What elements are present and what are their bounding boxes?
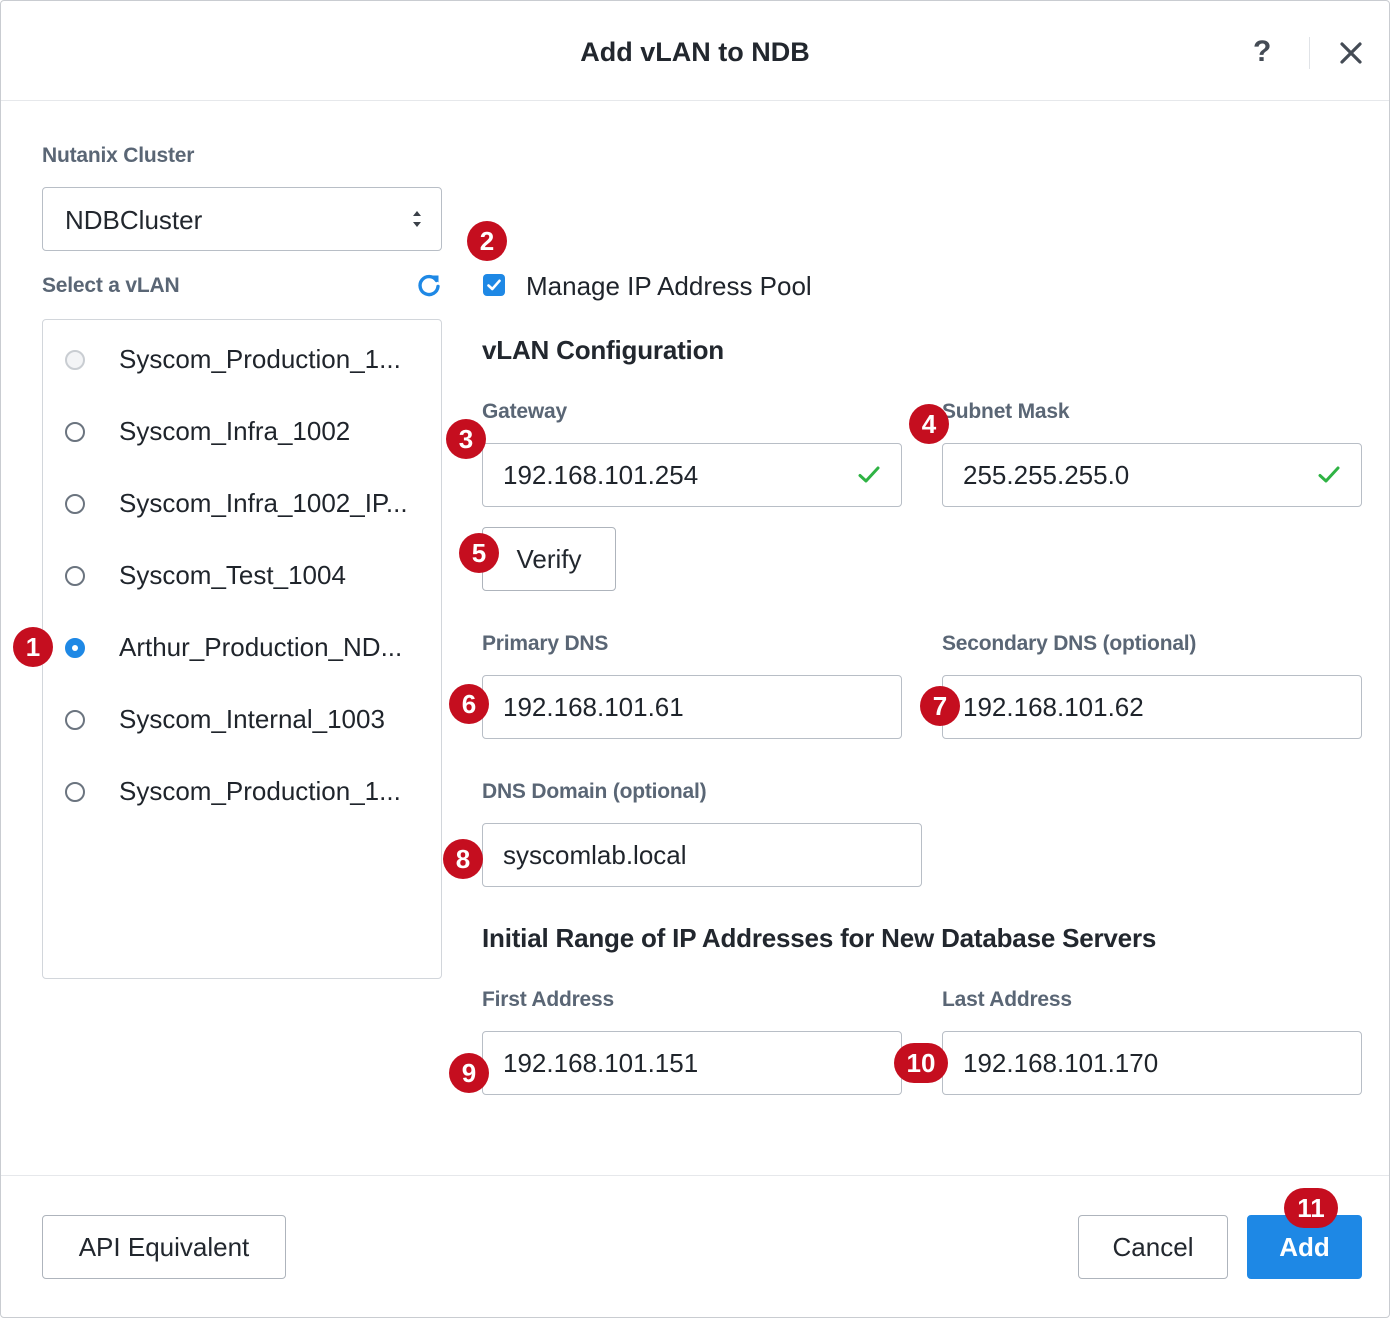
ip-range-title: Initial Range of IP Addresses for New Da… (482, 923, 1157, 953)
valid-check-icon (858, 466, 880, 483)
vlan-radio[interactable] (65, 494, 85, 514)
vlan-radio[interactable] (65, 566, 85, 586)
vlan-item-label: Syscom_Infra_1002 (119, 416, 351, 446)
vlan-item[interactable]: Syscom_Production_1... (43, 758, 441, 818)
vlan-item-label: Syscom_Infra_1002_IP... (119, 488, 408, 518)
manage-pool-label[interactable]: Manage IP Address Pool (526, 271, 812, 302)
cluster-label: Nutanix Cluster (42, 144, 195, 167)
vlan-item-label: Syscom_Test_1004 (119, 560, 346, 590)
vlan-item-label: Syscom_Production_1... (119, 776, 401, 806)
annotation-badge: 10 (894, 1043, 948, 1083)
vlan-radio[interactable] (65, 782, 85, 802)
cancel-button[interactable]: Cancel (1078, 1215, 1228, 1279)
help-icon[interactable]: ? (1253, 35, 1271, 69)
refresh-icon[interactable] (415, 271, 443, 299)
dialog-header: Add vLAN to NDB ? (1, 1, 1389, 101)
vlan-item[interactable]: Syscom_Infra_1002 (43, 398, 441, 458)
annotation-badge: 8 (443, 839, 483, 879)
first-address-label: First Address (482, 988, 614, 1011)
annotation-badge: 4 (909, 404, 949, 444)
annotation-badge: 11 (1284, 1188, 1338, 1228)
vlan-item[interactable]: Syscom_Infra_1002_IP... (43, 470, 441, 530)
footer-divider (1, 1175, 1389, 1176)
primary-dns-input[interactable] (482, 675, 902, 739)
vlan-list: Syscom_Production_1... Syscom_Infra_1002… (42, 319, 442, 979)
gateway-label: Gateway (482, 400, 567, 423)
verify-button[interactable]: Verify (482, 527, 616, 591)
vlan-select-label: Select a vLAN (42, 274, 180, 297)
annotation-badge: 9 (449, 1053, 489, 1093)
dialog-title: Add vLAN to NDB (580, 37, 810, 67)
add-vlan-dialog: Add vLAN to NDB ? Nutanix Cluster NDBClu… (0, 0, 1390, 1318)
api-equivalent-button[interactable]: API Equivalent (42, 1215, 286, 1279)
annotation-badge: 3 (446, 419, 486, 459)
vlan-item-label: Syscom_Internal_1003 (119, 704, 385, 734)
gateway-input[interactable] (482, 443, 902, 507)
vlan-radio[interactable] (65, 422, 85, 442)
vlan-radio[interactable] (65, 350, 85, 370)
valid-check-icon (1318, 466, 1340, 483)
annotation-badge: 1 (13, 627, 53, 667)
dns-domain-label: DNS Domain (optional) (482, 780, 707, 803)
vlan-item-label: Arthur_Production_ND... (119, 632, 403, 662)
subnet-label: Subnet Mask (942, 400, 1070, 423)
vlan-radio[interactable] (65, 710, 85, 730)
vlan-item[interactable]: Syscom_Test_1004 (43, 542, 441, 602)
select-arrows-icon (413, 211, 421, 227)
annotation-badge: 5 (459, 533, 499, 573)
primary-dns-label: Primary DNS (482, 632, 609, 655)
secondary-dns-label: Secondary DNS (optional) (942, 632, 1197, 655)
header-divider (1309, 37, 1310, 69)
vlan-item-label: Syscom_Production_1... (119, 344, 401, 374)
secondary-dns-input[interactable] (942, 675, 1362, 739)
vlan-item-selected[interactable]: Arthur_Production_ND... (43, 614, 441, 674)
annotation-badge: 7 (920, 686, 960, 726)
cluster-select[interactable]: NDBCluster (42, 187, 442, 251)
vlan-item[interactable]: Syscom_Production_1... (43, 326, 441, 386)
dns-domain-input[interactable] (482, 823, 922, 887)
vlan-radio-checked[interactable] (65, 638, 85, 658)
vlan-item[interactable]: Syscom_Internal_1003 (43, 686, 441, 746)
annotation-badge: 6 (449, 684, 489, 724)
close-icon[interactable] (1337, 39, 1365, 67)
cluster-select-value: NDBCluster (65, 205, 203, 235)
first-address-input[interactable] (482, 1031, 902, 1095)
annotation-badge: 2 (467, 221, 507, 261)
checkmark-icon (487, 279, 501, 291)
vlan-config-title: vLAN Configuration (482, 335, 724, 365)
subnet-input[interactable] (942, 443, 1362, 507)
last-address-label: Last Address (942, 988, 1072, 1011)
last-address-input[interactable] (942, 1031, 1362, 1095)
manage-pool-checkbox[interactable] (483, 274, 505, 296)
